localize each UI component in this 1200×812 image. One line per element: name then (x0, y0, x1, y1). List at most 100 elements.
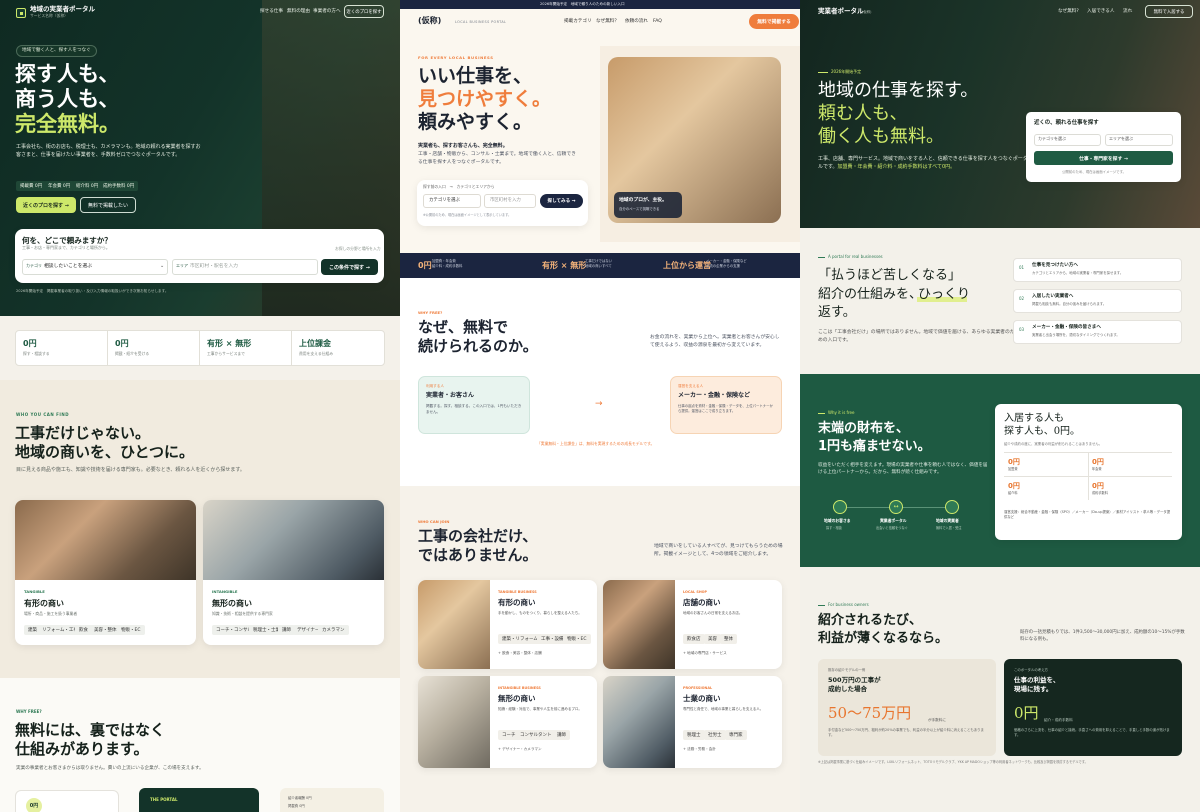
stat-value: 有形 × 無形 (207, 339, 252, 348)
search-label: 探す前の入口 → カテゴリとエリアから (423, 184, 495, 189)
search-title: 何を、どこで頼みますか？ (22, 236, 112, 245)
fee-label: 成約手数料 (1092, 491, 1108, 495)
card-more: + 法務・労務・会計 (683, 747, 716, 751)
list-free-button[interactable]: 無料で掲載したい (80, 197, 136, 213)
brand-sub: (仮称) (862, 10, 872, 14)
portal-label: THE PORTAL (150, 797, 178, 802)
area-label: エリア (176, 263, 188, 268)
flow-kicker: 運営を支える人 (678, 384, 704, 388)
nav-item-flow[interactable]: 流れ (1123, 9, 1132, 15)
quote-title-2: 紹介の仕組みを、 (818, 287, 923, 302)
chip: 美容・整体 (90, 625, 121, 635)
join-title-1: 工事の会社だけ、 (418, 527, 538, 545)
chip: 整体 (720, 634, 737, 644)
divider (1004, 476, 1172, 477)
fee-value: 0円 (1008, 458, 1020, 466)
nav-item-faq[interactable]: FAQ (653, 19, 662, 25)
chip: 専門家 (725, 730, 747, 740)
stat-label: 工事からサービスまで (207, 351, 245, 356)
step-card[interactable] (1013, 320, 1182, 344)
why-title-1: 無料には、裏ではなく (15, 721, 166, 739)
card-note: 運営支援：総合不動産・金融・保険（SPO）／メーカー（Do-up提案）／素材アイ… (1004, 510, 1171, 520)
nav-item-categories[interactable]: 掲載カテゴリ (564, 19, 592, 25)
find-pro-button[interactable]: 近くのプロを探す → (16, 197, 76, 213)
step-title: 仕事を見つけたい方へ (1032, 263, 1078, 268)
nav-cta-button[interactable]: 無料で掲載する (749, 14, 799, 29)
hero-line-3: 頼みやすく。 (418, 111, 533, 133)
hero-line-3: 完全無料。 (15, 112, 120, 136)
stat-label: 費用を支える仕組み (299, 351, 334, 356)
card-kicker: INTANGIBLE (212, 589, 238, 594)
photo-caption-card (614, 192, 682, 218)
customer-icon (833, 500, 847, 514)
card-more: + デザイナー・カメラマン (498, 747, 542, 751)
join-title-2: ではありません。 (418, 546, 538, 564)
card-subtitle: 紹介や成約の度に、実業者の利益が削られることはありません。 (1004, 442, 1103, 446)
band-label: 加盟費・年会費 紹介料・成約手数料 (432, 259, 463, 268)
fee-value: 0円 (1092, 458, 1104, 466)
why-kicker: WHY FREE? (16, 709, 42, 714)
brand-logo[interactable]: (仮称) (418, 16, 441, 26)
hero-lead-bold: 実業者も、探すお客さんも、完全無料。 (418, 143, 508, 149)
area-value: エリアを選ぶ (1109, 136, 1133, 141)
fee-unit: 紹介・成約手数料 (1044, 718, 1073, 722)
card-kicker: TANGIBLE (24, 589, 45, 594)
top-bar-text: 2026年開始予定 地域で頼り人のための新しい入口 (540, 2, 625, 6)
quote-title-3: ひっくり (918, 287, 971, 302)
step-card[interactable] (1013, 289, 1182, 313)
card-desc: 地域のお客さんの日常を支えるお店。 (683, 611, 743, 615)
divider (818, 72, 828, 73)
nav-item-jobs[interactable]: 探せる仕事 (260, 9, 283, 15)
search-title: 近くの、頼れる仕事を探す (1034, 120, 1099, 126)
chip: 税理士 (683, 730, 705, 740)
search-submit-button[interactable]: この条件で探す → (321, 259, 378, 275)
card-kicker: 既存の紹介モデルの一例 (828, 668, 866, 672)
hero-line-1: 探す人も、 (15, 62, 120, 86)
owners-title-1: 紹介されるたび、 (818, 613, 923, 628)
hero-line-2: 商う人も、 (15, 87, 120, 111)
nav-item-why-free[interactable]: なぜ無料? (1058, 9, 1079, 15)
band-label: メーカー・金融・保険など 上流の企業からの支援 (706, 259, 747, 268)
nav-item-why-free[interactable]: 無料の理由 (287, 9, 310, 15)
card-title-2: 現場に残す。 (1014, 685, 1053, 693)
step-card[interactable] (1013, 258, 1182, 282)
card-desc: 専門性と責任で、地域の事業と暮らしを支える人。 (683, 707, 764, 711)
hero-lead: 工事、店舗、専門サービス。地域で商いをする人と、信頼できる仕事を探す人をつなぐポ… (818, 155, 1028, 171)
step-number: 01 (1019, 265, 1025, 270)
brand-name[interactable]: 実業者ポータル (818, 7, 864, 16)
card-title-1: 入居する人も (1004, 413, 1064, 424)
nav-item-who[interactable]: 入居できる人 (1087, 9, 1114, 15)
card-title-1: 仕事の利益を、 (1014, 676, 1060, 684)
search-submit-button[interactable]: 仕事・専門家を探す → (1034, 151, 1173, 165)
chip: 講師 (553, 730, 570, 740)
nav-cta-button[interactable]: 無料で入居する (1145, 5, 1193, 18)
category-value: カテゴリを選ぶ (1038, 136, 1066, 141)
why-title-2: 仕組みがあります。 (15, 740, 149, 758)
chip: カメラマン (318, 625, 349, 635)
flow-title: 地域のお客さま (824, 518, 851, 523)
why-title-1: なぜ、無料で (418, 318, 509, 336)
nav-cta-button[interactable]: 近くのプロを探す (344, 5, 384, 18)
tangible-photo (15, 500, 196, 580)
card-desc: 手付金など500〜750万円、粗利が約20%の事業でも、利益の半分以上が紹介料に… (828, 728, 984, 738)
nav-item-why-free[interactable]: なぜ無料？ (596, 19, 619, 25)
find-title-2: 地域の商いを、ひとつに。 (15, 443, 194, 461)
search-note: ※公開前のため、現在は画面イメージとして表示しています。 (423, 213, 512, 217)
logo-icon (16, 8, 26, 18)
find-kicker: WHO YOU CAN FIND (16, 412, 70, 417)
photo-caption-sub: 自分のペースで挑戦できる (619, 207, 660, 211)
search-note: 公開前のため、現在は画面イメージです。 (1062, 170, 1127, 174)
fee-label: 年会費 (1092, 467, 1102, 471)
nav-item-business[interactable]: 事業者の方へ (313, 9, 341, 15)
search-submit-button[interactable]: 探してみる → (540, 194, 583, 208)
flow-desc: 掲載する。探す。相談する。この入口では、1円もいただきません。 (426, 404, 522, 414)
find-title-1: 工事だけじゃない。 (15, 424, 151, 442)
card-desc: 知識・経験・対話で、事業や人生を前に進めるプロ。 (498, 707, 582, 711)
hero-kicker: 2026年開始予定 (831, 69, 862, 74)
zero-badge: 0円 (26, 798, 42, 812)
card-title: 無形の商い (212, 599, 252, 608)
nav-item-flow[interactable]: 依頼の流れ (625, 19, 648, 25)
join-card-photo (603, 676, 675, 768)
tag-contract: 成約手数料 0円 (99, 181, 139, 191)
step-number: 02 (1019, 296, 1025, 301)
